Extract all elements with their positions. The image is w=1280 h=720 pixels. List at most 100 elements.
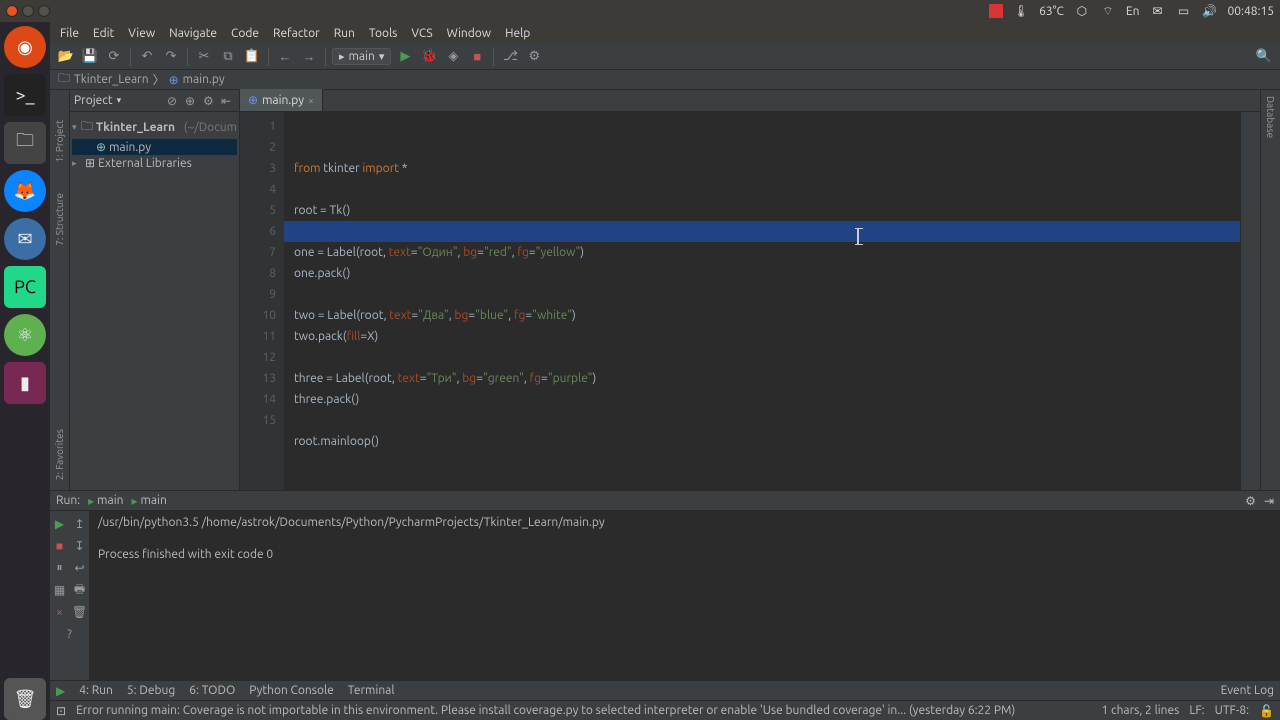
menu-file[interactable]: File (60, 27, 79, 40)
paste-icon[interactable]: 📋 (242, 47, 262, 67)
open-icon[interactable]: 📂 (56, 47, 76, 67)
undo-icon[interactable]: ↶ (137, 47, 157, 67)
atom-icon[interactable]: ⚛ (4, 314, 46, 356)
copy-icon[interactable]: ⧉ (218, 47, 238, 67)
run-command: /usr/bin/python3.5 /home/astrok/Document… (98, 515, 1272, 531)
save-icon[interactable]: 💾 (80, 47, 100, 67)
menu-edit[interactable]: Edit (93, 27, 114, 40)
trash-icon[interactable]: 🗑 (4, 678, 46, 720)
tool-terminal[interactable]: Terminal (348, 684, 395, 697)
menu-run[interactable]: Run (334, 27, 355, 40)
battery-icon[interactable]: ▭ (1175, 3, 1191, 19)
help-icon[interactable]: ? (61, 625, 79, 643)
window-minimize-button[interactable] (22, 5, 34, 17)
vcs-icon[interactable]: ⎇ (500, 47, 520, 67)
run-config-selector[interactable]: ▸ main ▾ (332, 48, 391, 65)
menu-help[interactable]: Help (505, 27, 530, 40)
tree-root[interactable]: Tkinter_Learn (96, 121, 175, 134)
tool-eventlog[interactable]: Event Log (1221, 684, 1274, 697)
wifi-icon[interactable]: ⌔ (1100, 3, 1116, 19)
run-icon[interactable]: ▶ (395, 47, 415, 67)
thunderbird-icon[interactable]: ✉ (4, 218, 46, 260)
hide-icon[interactable]: ⇥ (1264, 494, 1274, 508)
editor-tab[interactable]: ⊕ main.py × (240, 89, 323, 111)
rerun-icon[interactable]: ▶ (51, 515, 69, 533)
menu-refactor[interactable]: Refactor (273, 27, 320, 40)
redo-icon[interactable]: ↷ (161, 47, 181, 67)
dash-icon[interactable]: ◉ (4, 26, 46, 68)
unity-launcher: ◉ >_ 🗀 🦊 ✉ PC ⚛ ▮ 🗑 (0, 22, 50, 720)
menu-window[interactable]: Window (447, 27, 491, 40)
lock-icon[interactable]: 🔓 (1259, 704, 1274, 718)
status-encoding[interactable]: UTF-8: (1215, 704, 1249, 717)
firefox-icon[interactable]: 🦊 (4, 170, 46, 212)
target-icon[interactable]: ⊕ (185, 94, 199, 108)
menu-view[interactable]: View (128, 27, 155, 40)
menu-vcs[interactable]: VCS (411, 27, 432, 40)
cut-icon[interactable]: ✂ (194, 47, 214, 67)
tree-file[interactable]: main.py (109, 141, 151, 154)
window-maximize-button[interactable] (38, 5, 50, 17)
clock[interactable]: 00:48:15 (1227, 5, 1274, 18)
stop-icon[interactable]: ■ (467, 47, 487, 67)
tool-pyconsole[interactable]: Python Console (249, 684, 334, 697)
tool-debug[interactable]: 5: Debug (127, 684, 175, 697)
back-icon[interactable]: ← (275, 47, 295, 67)
tree-external[interactable]: External Libraries (98, 157, 192, 170)
refresh-icon[interactable]: ⟳ (104, 47, 124, 67)
left-tool-stripe: 1: Project 7: Structure 2: Favorites (50, 90, 70, 490)
code-content[interactable]: from tkinter import * root = Tk() one = … (284, 112, 1240, 490)
terminal-icon[interactable]: >_ (4, 74, 46, 116)
project-tree[interactable]: ▾🗀Tkinter_Learn (~/Docum ⊕main.py ▸⊞Exte… (70, 112, 239, 175)
coverage-icon[interactable]: ◈ (443, 47, 463, 67)
lib-icon: ⊞ (85, 156, 95, 170)
tool-todo[interactable]: 6: TODO (189, 684, 235, 697)
menu-navigate[interactable]: Navigate (169, 27, 217, 40)
pycharm-window: File Edit View Navigate Code Refactor Ru… (50, 22, 1280, 720)
close-icon[interactable]: × (51, 603, 69, 621)
menu-tools[interactable]: Tools (369, 27, 398, 40)
files-icon[interactable]: 🗀 (4, 122, 46, 164)
run-output[interactable]: /usr/bin/python3.5 /home/astrok/Document… (90, 511, 1280, 680)
app-icon[interactable]: ▮ (4, 362, 46, 404)
python-file-icon: ⊕ (248, 93, 258, 107)
gear-icon[interactable]: ⚙ (203, 94, 217, 108)
run-tab[interactable]: ▸main (131, 494, 166, 508)
forward-icon[interactable]: → (299, 47, 319, 67)
close-tab-icon[interactable]: × (308, 95, 314, 106)
status-lineend[interactable]: LF: (1189, 704, 1204, 717)
pycharm-icon[interactable]: PC (4, 266, 46, 308)
keyboard-lang[interactable]: En (1126, 5, 1140, 18)
code-editor[interactable]: 123456789101112131415 from tkinter impor… (240, 112, 1260, 490)
tool-run[interactable]: 4: Run (79, 684, 113, 697)
run-tab[interactable]: ▸main (88, 494, 123, 508)
database-tool-tab[interactable]: Database (1265, 96, 1276, 138)
pause-icon[interactable]: ⏸ (51, 559, 69, 577)
print-icon[interactable]: 🖶 (71, 581, 89, 599)
gear-icon[interactable]: ⚙ (1245, 494, 1256, 508)
collapse-icon[interactable]: ⊘ (167, 94, 181, 108)
down-icon[interactable]: ↧ (71, 537, 89, 555)
wrap-icon[interactable]: ↩ (71, 559, 89, 577)
window-close-button[interactable] (6, 5, 18, 17)
structure-tool-tab[interactable]: 7: Structure (54, 193, 65, 246)
status-position[interactable]: 1 chars, 2 lines (1101, 704, 1179, 717)
debug-icon[interactable]: 🐞 (419, 47, 439, 67)
hide-icon[interactable]: ⇤ (221, 94, 235, 108)
trash-icon[interactable]: 🗑 (71, 603, 89, 621)
stop-icon[interactable]: ■ (51, 537, 69, 555)
mail-icon[interactable]: ✉ (1149, 3, 1165, 19)
layout-icon[interactable]: ▦ (51, 581, 69, 599)
crumb-file[interactable]: main.py (183, 73, 225, 86)
favorites-tool-tab[interactable]: 2: Favorites (54, 429, 65, 480)
project-tool-tab[interactable]: 1: Project (54, 120, 65, 163)
project-panel-title: Project (74, 94, 113, 107)
up-icon[interactable]: ↥ (71, 515, 89, 533)
menu-code[interactable]: Code (231, 27, 259, 40)
dropbox-icon[interactable]: ⬡ (1074, 3, 1090, 19)
settings-icon[interactable]: ⚙ (524, 47, 544, 67)
run-exit-msg: Process finished with exit code 0 (98, 547, 1272, 563)
volume-icon[interactable]: 🔊 (1201, 3, 1217, 19)
search-icon[interactable]: 🔍 (1254, 47, 1274, 67)
crumb-project[interactable]: Tkinter_Learn (74, 73, 149, 86)
